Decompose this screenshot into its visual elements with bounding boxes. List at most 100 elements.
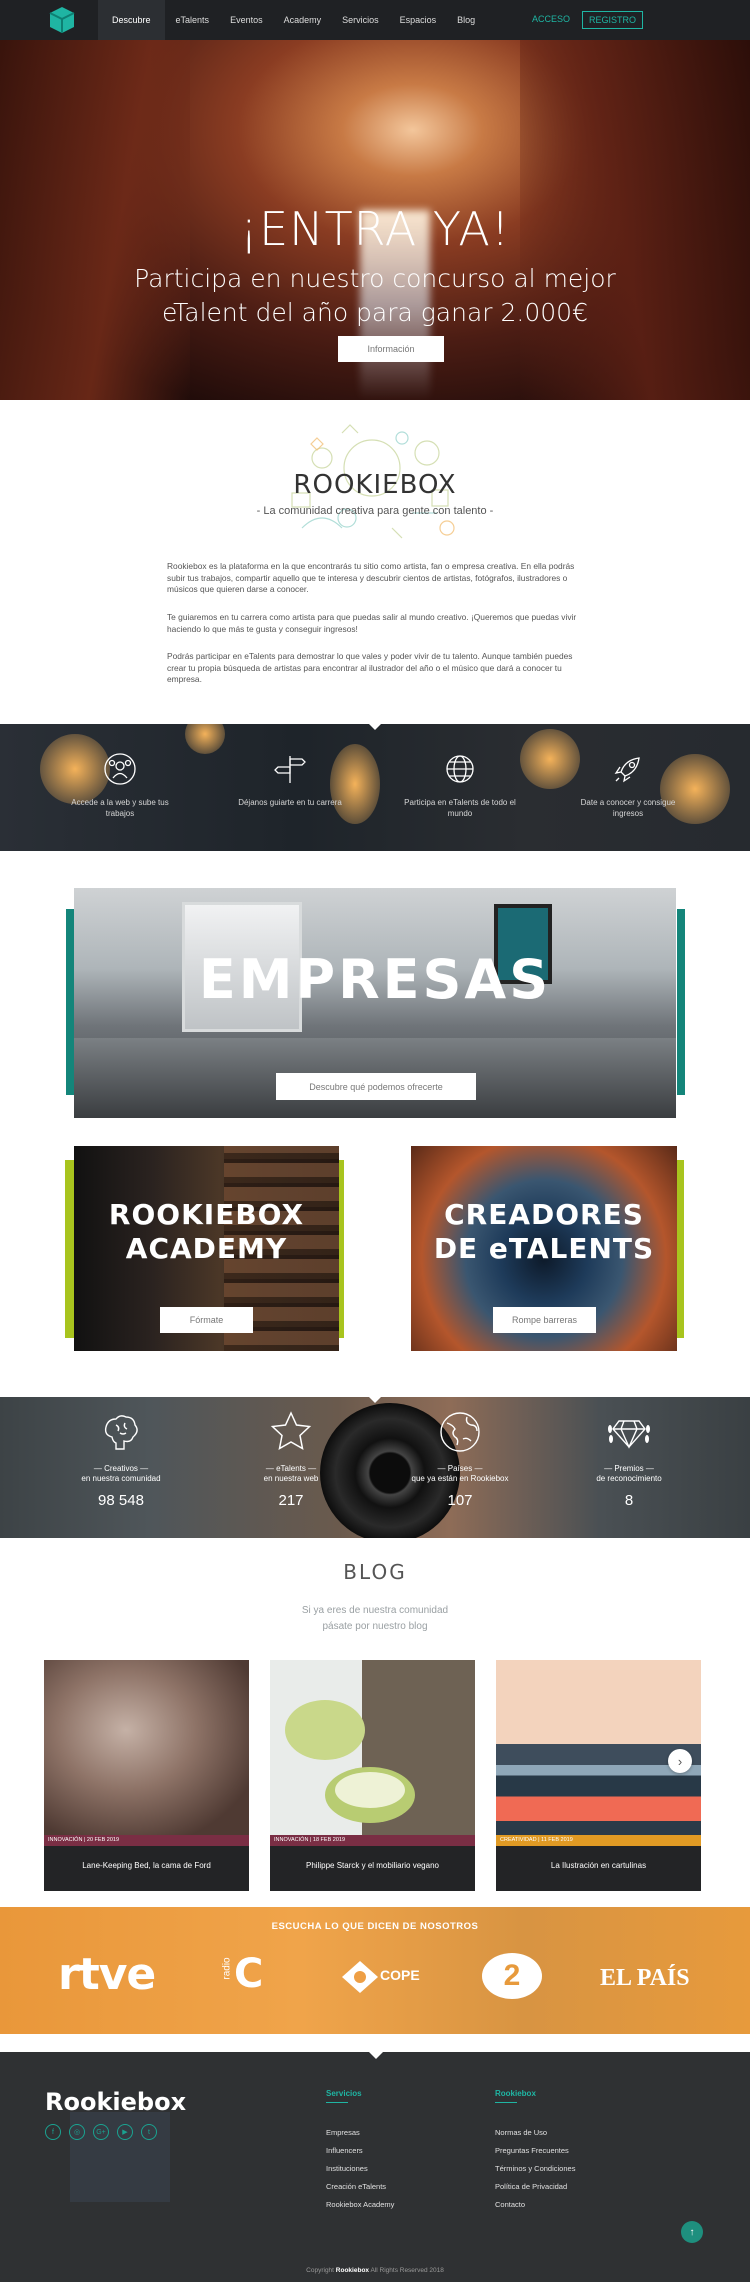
- footer-link[interactable]: Términos y Condiciones: [495, 2164, 575, 2173]
- intro-paragraph-3: Podrás participar en eTalents para demos…: [167, 651, 573, 684]
- register-button[interactable]: REGISTRO: [582, 11, 643, 29]
- feature-item: Participa en eTalents de todo el mundo: [400, 752, 520, 819]
- footer-col1-title: Servicios: [326, 2089, 362, 2103]
- intro-paragraph-1: Rookiebox es la plataforma en la que enc…: [167, 561, 575, 594]
- stat-label: — Premios —: [604, 1464, 654, 1473]
- footer-link[interactable]: Creación eTalents: [326, 2182, 386, 2191]
- post-meta: CREATIVIDAD | 11 FEB 2019: [496, 1835, 701, 1846]
- creadores-button[interactable]: Rompe barreras: [493, 1307, 596, 1333]
- rtve-logo[interactable]: rtve: [58, 1949, 156, 2000]
- twitter-icon[interactable]: t: [141, 2124, 157, 2140]
- stat-sublabel: en nuestra comunidad: [81, 1474, 161, 1483]
- intro-tagline: - La comunidad creativa para gente con t…: [256, 505, 494, 517]
- nav-eventos[interactable]: Eventos: [219, 0, 273, 40]
- hero-banner: ¡ENTRA YA! Participa en nuestro concurso…: [0, 40, 750, 400]
- instagram-icon[interactable]: ◎: [69, 2124, 85, 2140]
- intro-paragraph-2: Te guiaremos en tu carrera como artista …: [167, 612, 577, 634]
- stat-number: 107: [447, 1492, 473, 1509]
- el-pais-logo[interactable]: EL PAÍS: [600, 1965, 690, 1992]
- accent-bar: [66, 909, 74, 1095]
- youtube-icon[interactable]: ▶: [117, 2124, 133, 2140]
- post-meta: INNOVACIÓN | 18 FEB 2019: [270, 1835, 475, 1846]
- empresas-button[interactable]: Descubre qué podemos ofrecerte: [276, 1073, 476, 1100]
- stat-label: — eTalents —: [265, 1464, 317, 1473]
- stat-sublabel: en nuestra web: [263, 1474, 319, 1483]
- footer-link[interactable]: Empresas: [326, 2128, 360, 2137]
- radio-c-logo[interactable]: C: [234, 1951, 263, 1997]
- rookiebox-logo[interactable]: [40, 0, 88, 40]
- section-notch: [368, 1397, 382, 1403]
- carousel-next-icon[interactable]: ›: [668, 1749, 692, 1773]
- diamond-icon: [608, 1420, 650, 1449]
- stat-number: 98 548: [98, 1492, 144, 1509]
- stat-label: — Países —: [437, 1464, 483, 1473]
- creadores-card[interactable]: CREADORES DE eTALENTS Rompe barreras: [411, 1146, 677, 1351]
- nav-blog[interactable]: Blog: [446, 0, 485, 40]
- back-to-top-icon[interactable]: ↑: [681, 2221, 703, 2243]
- facebook-icon[interactable]: f: [45, 2124, 61, 2140]
- stat-number: 217: [278, 1492, 304, 1509]
- section-notch: [368, 724, 382, 730]
- post-image: [496, 1660, 701, 1835]
- signpost-icon: [274, 756, 306, 783]
- stats-band: — Creativos — en nuestra comunidad 98 54…: [0, 1397, 750, 1538]
- cope-logo[interactable]: [338, 1959, 382, 2000]
- brain-icon: [104, 1415, 138, 1450]
- stat-item: — Creativos — en nuestra comunidad 98 54…: [56, 1409, 186, 1509]
- stat-number: 8: [624, 1492, 634, 1509]
- la2-logo[interactable]: 2: [482, 1953, 542, 1999]
- post-title[interactable]: Lane-Keeping Bed, la cama de Ford: [44, 1846, 249, 1891]
- footer-link[interactable]: Política de Privacidad: [495, 2182, 567, 2191]
- radio-logo: radio: [221, 1957, 233, 1980]
- feature-label: Date a conocer y consigue ingresos: [580, 798, 676, 818]
- footer-link[interactable]: Instituciones: [326, 2164, 368, 2173]
- bokeh-light: [185, 724, 225, 754]
- nav-etalents[interactable]: eTalents: [165, 0, 220, 40]
- blog-post-card[interactable]: INNOVACIÓN | 20 FEB 2019 Lane-Keeping Be…: [44, 1660, 249, 1891]
- features-band: Accede a la web y sube tus trabajos Déja…: [0, 724, 750, 851]
- academy-card[interactable]: ROOKIEBOX ACADEMY Fórmate: [74, 1146, 339, 1351]
- hero-subtitle: Participa en nuestro concurso al mejor e…: [134, 264, 616, 327]
- google-plus-icon[interactable]: G+: [93, 2124, 109, 2140]
- rocket-icon: [614, 757, 640, 783]
- stat-item: — Países — que ya están en Rookiebox 107: [395, 1409, 525, 1509]
- post-image: [270, 1660, 475, 1835]
- nav-academy[interactable]: Academy: [273, 0, 332, 40]
- section-notch: [369, 2052, 383, 2059]
- creadores-title-line1: CREADORES: [444, 1198, 644, 1231]
- press-band: ESCUCHA LO QUE DICEN DE NOSOTROS rtve ra…: [0, 1907, 750, 2034]
- post-title[interactable]: Philippe Starck y el mobiliario vegano: [270, 1846, 475, 1891]
- footer-link[interactable]: Preguntas Frecuentes: [495, 2146, 569, 2155]
- creadores-title: CREADORES DE eTALENTS: [411, 1198, 677, 1266]
- feature-label: Accede a la web y sube tus trabajos: [71, 798, 169, 818]
- footer-brand: Rookiebox: [45, 2088, 187, 2116]
- intro-title: ROOKIEBOX: [293, 470, 457, 500]
- empresas-card[interactable]: EMPRESAS Descubre qué podemos ofrecerte: [74, 888, 676, 1118]
- nav-espacios[interactable]: Espacios: [389, 0, 447, 40]
- footer-link[interactable]: Contacto: [495, 2200, 525, 2209]
- accent-bar: [677, 909, 685, 1095]
- blog-post-card[interactable]: CREATIVIDAD | 11 FEB 2019 La Ilustración…: [496, 1660, 701, 1891]
- world-icon: [440, 1412, 480, 1452]
- login-link[interactable]: ACCESO: [532, 14, 570, 24]
- post-image: [44, 1660, 249, 1835]
- nav-descubre[interactable]: Descubre: [98, 0, 165, 40]
- post-title[interactable]: La Ilustración en cartulinas: [496, 1846, 701, 1891]
- academy-title-line1: ROOKIEBOX: [108, 1198, 305, 1231]
- footer-link[interactable]: Rookiebox Academy: [326, 2200, 394, 2209]
- accent-bar: [676, 1160, 684, 1338]
- hero-info-button[interactable]: Información: [338, 336, 444, 362]
- apple-slices-image: [285, 1700, 415, 1823]
- blog-post-card[interactable]: INNOVACIÓN | 18 FEB 2019 Philippe Starck…: [270, 1660, 475, 1891]
- footer-link[interactable]: Normas de Uso: [495, 2128, 547, 2137]
- nav-servicios[interactable]: Servicios: [331, 0, 389, 40]
- stat-item: — Premios — de reconocimiento 8: [564, 1409, 694, 1509]
- copyright-brand: Rookiebox: [335, 2267, 370, 2274]
- accent-bar: [65, 1160, 74, 1338]
- footer-link[interactable]: Influencers: [326, 2146, 363, 2155]
- empresas-title: EMPRESAS: [198, 948, 552, 1011]
- hero-title: ¡ENTRA YA!: [239, 202, 511, 256]
- users-icon: [104, 753, 136, 785]
- feature-item: Accede a la web y sube tus trabajos: [60, 752, 180, 819]
- academy-button[interactable]: Fórmate: [160, 1307, 253, 1333]
